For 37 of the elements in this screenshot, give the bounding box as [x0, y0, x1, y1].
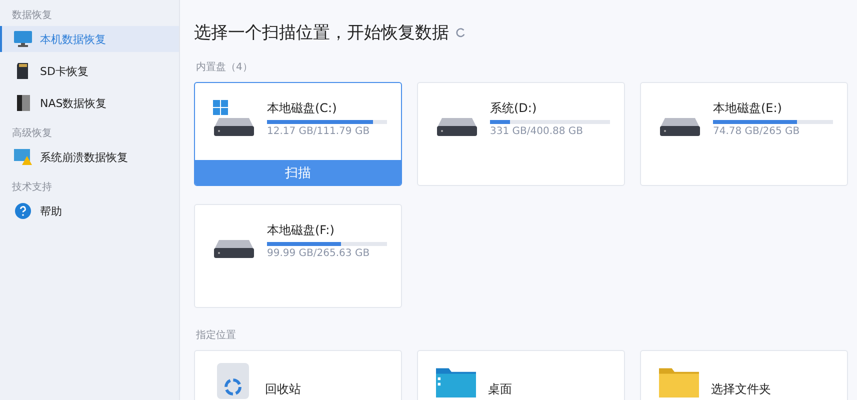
drive-name: 系统(D:): [490, 100, 538, 117]
drive-usage: 74.78 GB/265 GB: [713, 126, 801, 137]
hard-drive-icon: [213, 118, 255, 136]
section-heading: 技术支持: [11, 180, 53, 195]
location-name: 选择文件夹: [711, 381, 771, 398]
drive-card[interactable]: 本地磁盘(C:) 12.17 GB/111.79 GB 扫描: [194, 82, 402, 186]
sidebar-item[interactable]: SD卡恢复: [0, 58, 179, 84]
drive-usage: 12.17 GB/111.79 GB: [267, 126, 371, 137]
section-heading: 高级恢复: [11, 126, 53, 141]
location-card[interactable]: 选择文件夹: [640, 350, 848, 400]
location-card[interactable]: 桌面: [417, 350, 625, 400]
drive-name: 本地磁盘(C:): [267, 100, 338, 117]
refresh-icon[interactable]: [455, 26, 466, 38]
sidebar-item[interactable]: 帮助: [0, 198, 179, 224]
warning-monitor-icon: [14, 149, 32, 165]
section-heading: 指定位置: [196, 328, 237, 342]
nas-icon: [14, 95, 32, 111]
page-title: 选择一个扫描位置，开始恢复数据: [194, 22, 449, 44]
section-heading: 数据恢复: [11, 8, 53, 23]
drive-name: 本地磁盘(F:): [267, 222, 336, 239]
drive-card[interactable]: 本地磁盘(F:) 99.99 GB/265.63 GB: [194, 204, 402, 308]
drive-usage: 99.99 GB/265.63 GB: [267, 248, 371, 259]
monitor-icon: [14, 31, 32, 47]
help-icon: [14, 203, 32, 219]
location-name: 回收站: [265, 381, 301, 398]
location-card[interactable]: 回收站: [194, 350, 402, 400]
drive-name: 本地磁盘(E:): [713, 100, 783, 117]
section-heading: 内置盘（4）: [196, 60, 254, 74]
drive-card[interactable]: 本地磁盘(E:) 74.78 GB/265 GB: [640, 82, 848, 186]
sidebar-item[interactable]: 系统崩溃数据恢复: [0, 144, 179, 170]
drive-usage: 331 GB/400.88 GB: [490, 126, 584, 137]
hard-drive-icon: [436, 118, 478, 136]
hard-drive-icon: [213, 240, 255, 258]
hard-drive-icon: [659, 118, 701, 136]
sidebar-item[interactable]: NAS数据恢复: [0, 90, 179, 116]
drive-card[interactable]: 系统(D:) 331 GB/400.88 GB: [417, 82, 625, 186]
location-name: 桌面: [488, 381, 512, 398]
